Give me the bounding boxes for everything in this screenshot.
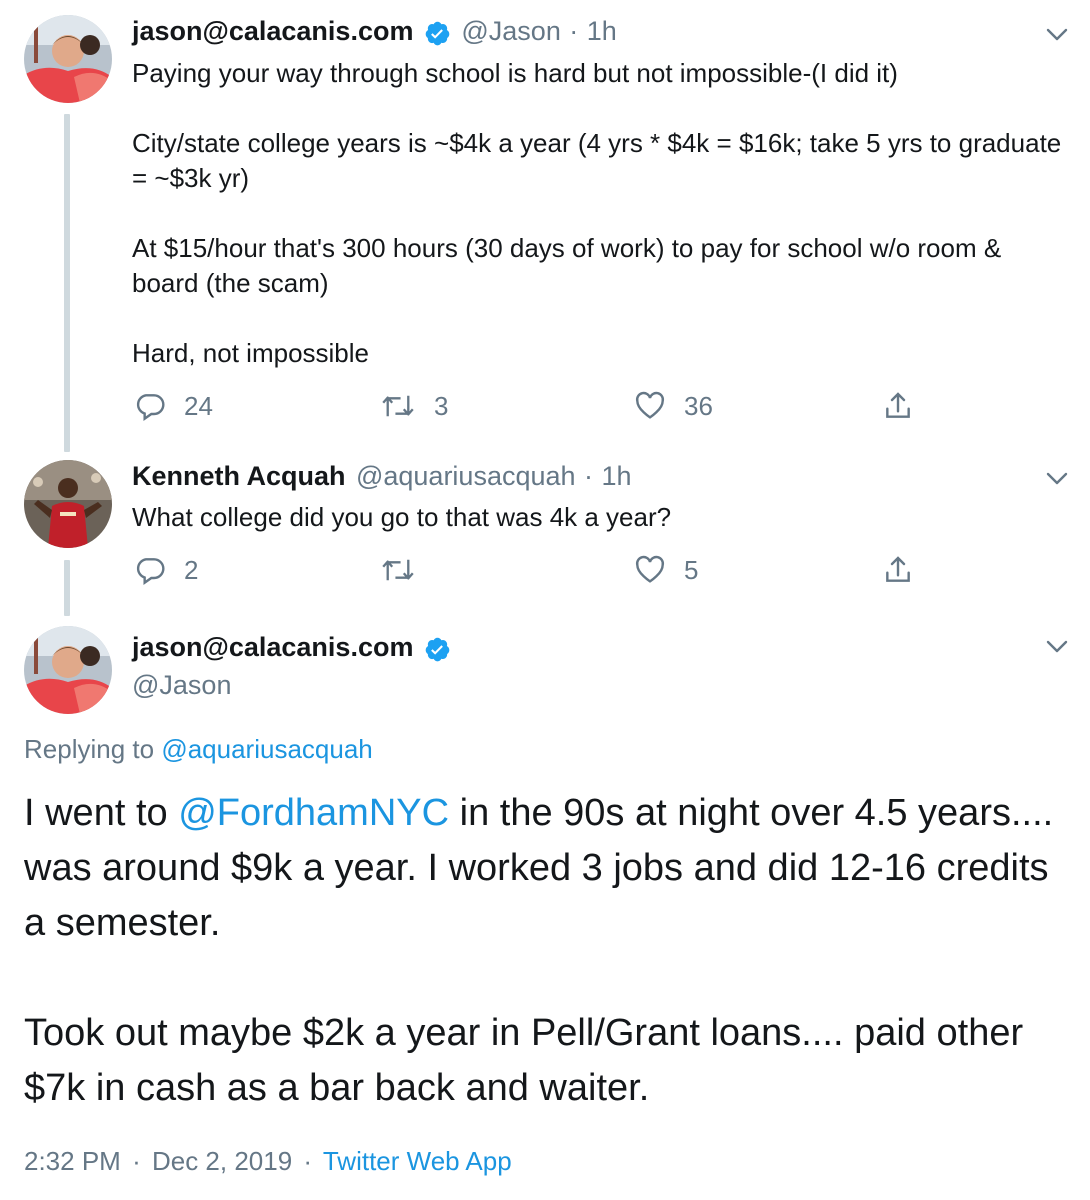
tweet-time[interactable]: 1h (587, 16, 617, 46)
tweet-paragraph: Paying your way through school is hard b… (132, 58, 898, 88)
tweet-header: jason@calacanis.com @Jason · 1h (132, 16, 617, 51)
replying-to-mention[interactable]: @aquariusacquah (161, 734, 372, 764)
like-count: 36 (684, 390, 713, 421)
tweet-paragraph: Took out maybe $2k a year in Pell/Grant … (24, 1012, 1024, 1109)
like-button[interactable]: 36 (634, 388, 713, 424)
like-count: 5 (684, 554, 699, 585)
like-icon (635, 391, 665, 419)
reply-button[interactable]: 2 (134, 552, 198, 588)
share-icon (886, 392, 910, 418)
handle[interactable]: @Jason (132, 670, 231, 701)
separator-dot: · (583, 461, 593, 491)
tweet-header: Kenneth Acquah @aquariusacquah · 1h (132, 461, 631, 492)
tweet-source[interactable]: Twitter Web App (323, 1146, 512, 1176)
tweet-body: I went to @FordhamNYC in the 90s at nigh… (24, 786, 1064, 1116)
separator-dot: · (303, 1146, 313, 1176)
tweet-paragraph: City/state college years is ~$4k a year … (132, 128, 1062, 193)
tweet-text: What college did you go to that was 4k a… (132, 502, 672, 532)
thread-line (64, 560, 70, 616)
retweet-button[interactable] (380, 552, 434, 588)
avatar-jason[interactable] (24, 626, 112, 714)
like-icon (635, 555, 665, 583)
share-button[interactable] (882, 388, 914, 424)
reply-button[interactable]: 24 (134, 388, 213, 424)
share-button[interactable] (882, 552, 914, 588)
reply-icon (136, 558, 165, 585)
chevron-down-icon[interactable] (1046, 472, 1068, 486)
display-name[interactable]: jason@calacanis.com (132, 632, 413, 662)
tweet-paragraph: Hard, not impossible (132, 338, 369, 368)
avatar-kenneth[interactable] (24, 460, 112, 548)
tweet-time[interactable]: 1h (601, 461, 631, 491)
tweet-meta: 2:32 PM · Dec 2, 2019 · Twitter Web App (24, 1146, 512, 1177)
like-button[interactable]: 5 (634, 552, 698, 588)
tweet-body: What college did you go to that was 4k a… (132, 500, 1072, 535)
chevron-down-icon[interactable] (1046, 640, 1068, 654)
reply-count: 24 (184, 390, 213, 421)
retweet-button[interactable]: 3 (380, 388, 448, 424)
handle[interactable]: @Jason (461, 16, 560, 46)
reply-count: 2 (184, 554, 199, 585)
avatar-jason[interactable] (24, 15, 112, 103)
replying-to-label: Replying to (24, 734, 162, 764)
reply-icon (136, 394, 165, 421)
replying-to: Replying to @aquariusacquah (24, 734, 373, 765)
tweet-text: I went to (24, 792, 179, 834)
tweet-header: jason@calacanis.com (132, 632, 451, 667)
thread-line (64, 114, 70, 452)
handle[interactable]: @aquariusacquah (356, 461, 576, 491)
display-name[interactable]: Kenneth Acquah (132, 461, 346, 491)
tweet-paragraph: I went to @FordhamNYC in the 90s at nigh… (24, 786, 1064, 951)
retweet-count: 3 (434, 390, 449, 421)
separator-dot: · (569, 16, 579, 46)
verified-badge-icon (425, 21, 450, 46)
share-icon (886, 556, 910, 582)
retweet-icon (382, 559, 414, 581)
tweet-paragraph: At $15/hour that's 300 hours (30 days of… (132, 233, 1002, 298)
mention-link[interactable]: @FordhamNYC (178, 792, 449, 834)
separator-dot: · (132, 1146, 141, 1176)
tweet-time[interactable]: 2:32 PM (24, 1146, 121, 1176)
chevron-down-icon[interactable] (1046, 28, 1068, 42)
verified-badge-icon (425, 637, 450, 662)
tweet-date[interactable]: Dec 2, 2019 (152, 1146, 292, 1176)
display-name[interactable]: jason@calacanis.com (132, 16, 413, 46)
tweet-body: Paying your way through school is hard b… (132, 56, 1072, 371)
retweet-icon (382, 395, 414, 417)
